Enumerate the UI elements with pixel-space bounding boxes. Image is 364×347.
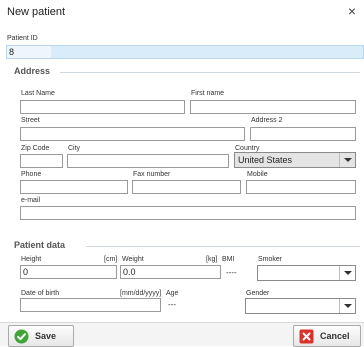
save-button[interactable]: Save <box>8 325 74 347</box>
patient-data-divider <box>86 246 360 247</box>
cancel-button[interactable]: Cancel <box>293 325 361 347</box>
age-value: --- <box>168 300 176 309</box>
mobile-label: Mobile <box>247 171 268 178</box>
last-name-input[interactable] <box>20 100 185 114</box>
age-label: Age <box>166 290 179 297</box>
gender-label: Gender <box>246 290 270 297</box>
street-label: Street <box>21 117 40 124</box>
patient-id-field: 8 <box>6 45 364 59</box>
address-group-title: Address <box>12 66 53 76</box>
chevron-down-icon[interactable] <box>339 266 355 280</box>
gender-select[interactable] <box>245 298 356 314</box>
phone-label: Phone <box>21 171 42 178</box>
email-label: e-mail <box>21 197 41 204</box>
address2-label: Address 2 <box>251 117 283 124</box>
height-label: Height <box>21 256 42 263</box>
last-name-label: Last Name <box>21 90 55 97</box>
bmi-value: ---- <box>226 268 237 277</box>
height-input[interactable]: 0 <box>20 265 117 279</box>
patient-id-label: Patient ID <box>7 35 38 42</box>
height-unit: [cm] <box>104 256 118 263</box>
patient-data-group-title: Patient data <box>12 240 68 250</box>
smoker-label: Smoker <box>258 256 283 263</box>
cancel-label: Cancel <box>320 331 350 341</box>
weight-value: 0.0 <box>123 267 136 277</box>
first-name-label: First name <box>191 90 225 97</box>
fax-label: Fax number <box>133 171 171 178</box>
city-label: City <box>68 145 81 152</box>
mobile-input[interactable] <box>246 180 356 194</box>
dob-label: Date of birth <box>21 290 60 297</box>
close-box-icon <box>299 329 314 344</box>
chevron-down-icon[interactable] <box>339 153 355 167</box>
email-input[interactable] <box>20 206 356 220</box>
street-input[interactable] <box>20 127 245 141</box>
country-select[interactable]: United States <box>234 152 356 168</box>
zip-code-input[interactable] <box>20 154 63 168</box>
fax-input[interactable] <box>132 180 241 194</box>
zip-code-label: Zip Code <box>21 145 50 152</box>
height-value: 0 <box>23 267 29 277</box>
country-label: Country <box>235 145 260 152</box>
country-value: United States <box>238 155 293 165</box>
address-divider <box>60 72 360 73</box>
weight-label: Weight <box>122 256 144 263</box>
bmi-label: BMI <box>222 256 235 263</box>
new-patient-dialog: New patient × Patient ID 8 Address Last … <box>0 0 364 347</box>
title-bar: New patient × <box>0 0 364 24</box>
close-icon[interactable]: × <box>343 2 361 20</box>
save-label: Save <box>35 331 57 341</box>
first-name-input[interactable] <box>190 100 356 114</box>
patient-id-value: 8 <box>7 46 51 58</box>
address2-input[interactable] <box>250 127 356 141</box>
phone-input[interactable] <box>20 180 128 194</box>
check-circle-icon <box>14 329 29 344</box>
weight-input[interactable]: 0.0 <box>120 265 221 279</box>
smoker-select[interactable] <box>257 265 356 281</box>
dialog-title: New patient <box>7 6 66 18</box>
weight-unit: [kg] <box>206 256 218 263</box>
chevron-down-icon[interactable] <box>339 299 355 313</box>
city-input[interactable] <box>67 154 229 168</box>
dob-format: [mm/dd/yyyy] <box>120 290 162 297</box>
dob-input[interactable] <box>20 298 161 312</box>
